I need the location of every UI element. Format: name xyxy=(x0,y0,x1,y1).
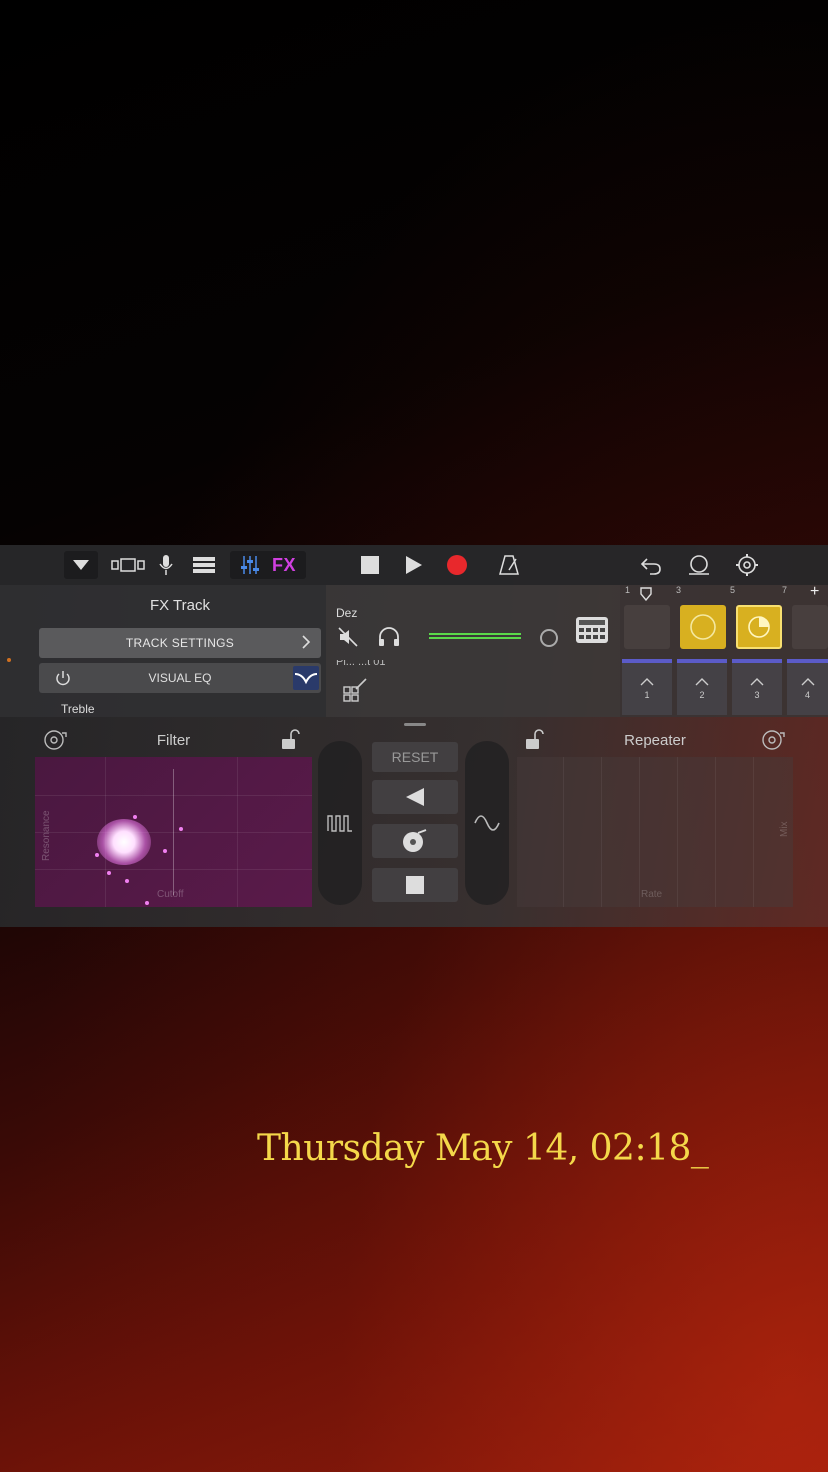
trigger-label: 3 xyxy=(754,690,760,700)
status-dot xyxy=(7,658,11,662)
pan-knob[interactable] xyxy=(540,629,558,647)
unlock-icon[interactable] xyxy=(280,729,300,756)
playhead-icon[interactable] xyxy=(640,587,652,603)
filter-xy-pad[interactable]: Resonance Cutoff xyxy=(35,757,312,907)
power-icon[interactable] xyxy=(55,670,71,689)
gate-button[interactable] xyxy=(318,741,362,905)
ruler: 1 3 5 7 + xyxy=(620,583,828,603)
column-trigger[interactable]: 1 xyxy=(622,659,672,715)
grid-cell-playing[interactable] xyxy=(736,605,782,649)
eq-curve-icon[interactable] xyxy=(293,666,319,690)
filter-x-axis: Cutoff xyxy=(157,889,184,900)
visual-eq-label: VISUAL EQ xyxy=(148,671,212,685)
list-view-icon[interactable] xyxy=(190,551,218,579)
drum-machine-icon xyxy=(576,617,608,643)
xy-cursor[interactable] xyxy=(97,819,151,865)
stop-square-icon xyxy=(406,876,424,894)
stop-icon[interactable] xyxy=(358,551,382,579)
column-trigger[interactable]: 2 xyxy=(677,659,727,715)
play-icon[interactable] xyxy=(402,551,426,579)
sine-wave-icon xyxy=(474,815,500,831)
date-time-overlay: Thursday May 14, 02:18_ xyxy=(257,1128,709,1169)
headphones-icon[interactable] xyxy=(378,627,400,652)
track-header: Dez Pi... ...t 01 xyxy=(326,585,620,717)
repeater-title[interactable]: Repeater xyxy=(517,725,793,755)
metronome-icon[interactable] xyxy=(496,551,522,579)
grid-cell-active[interactable] xyxy=(680,605,726,649)
repeater-recording-icon[interactable] xyxy=(758,729,786,756)
ruler-mark: 7 xyxy=(782,585,788,595)
drag-handle[interactable] xyxy=(404,723,426,726)
track-subtitle: Pi... ...t 01 xyxy=(336,660,386,666)
garageband-app: FX FX Track TRACK SETTINGS VISUAL EQ Tre… xyxy=(0,545,828,927)
reverse-button[interactable] xyxy=(372,780,458,814)
square-wave-icon xyxy=(327,815,352,832)
add-button[interactable]: + xyxy=(810,583,819,601)
repeater-x-axis: Rate xyxy=(641,889,663,900)
tape-stop-button[interactable] xyxy=(372,868,458,902)
trigger-label: 1 xyxy=(644,690,650,700)
track-settings-button[interactable]: TRACK SETTINGS xyxy=(39,628,321,658)
repeater-xy-pad[interactable]: Rate Mix xyxy=(517,757,793,907)
track-name: Dez xyxy=(336,606,358,620)
scratch-button[interactable] xyxy=(372,824,458,858)
filter-y-axis: Resonance xyxy=(41,810,52,861)
live-loops-grid: 1 3 5 7 + 1 2 3 4 xyxy=(620,583,828,717)
column-trigger[interactable]: 3 xyxy=(732,659,782,715)
track-settings-label: TRACK SETTINGS xyxy=(125,636,235,650)
level-meter xyxy=(429,633,521,639)
trigger-label: 4 xyxy=(804,690,810,700)
panel-title: FX Track xyxy=(149,597,210,614)
column-trigger[interactable]: 4 xyxy=(787,659,828,715)
reverse-icon xyxy=(406,788,424,806)
tracks-view-icon[interactable] xyxy=(110,551,146,579)
record-icon[interactable] xyxy=(444,551,470,579)
trigger-label: 2 xyxy=(699,690,705,700)
fx-panel: Filter Resonance Cutoff RESET Repeater R… xyxy=(0,717,828,927)
loop-icon[interactable] xyxy=(686,551,712,579)
crosshair xyxy=(173,769,174,895)
ruler-mark: 1 xyxy=(625,585,631,595)
settings-icon[interactable] xyxy=(734,551,760,579)
pattern-edit-icon[interactable] xyxy=(342,677,368,708)
dropdown-triangle-icon[interactable] xyxy=(64,551,98,579)
treble-label: Treble xyxy=(61,702,95,716)
grid-cell[interactable] xyxy=(624,605,670,649)
fx-button[interactable]: FX xyxy=(272,555,296,576)
mixer-fx-group: FX xyxy=(230,551,306,579)
mute-icon[interactable] xyxy=(338,627,358,652)
microphone-icon[interactable] xyxy=(156,551,176,579)
reset-button[interactable]: RESET xyxy=(372,742,458,772)
undo-icon[interactable] xyxy=(638,551,664,579)
toolbar: FX xyxy=(0,545,828,585)
mixer-icon[interactable] xyxy=(240,555,260,575)
grid-cell[interactable] xyxy=(792,605,828,649)
chevron-right-icon xyxy=(301,634,311,653)
fx-track-panel: FX Track TRACK SETTINGS VISUAL EQ Treble xyxy=(0,585,326,717)
visual-eq-row[interactable]: VISUAL EQ xyxy=(39,663,321,693)
turntable-icon xyxy=(403,829,427,852)
repeater-y-axis: Mix xyxy=(779,821,790,837)
filter-title[interactable]: Filter xyxy=(35,725,312,755)
downsampler-button[interactable] xyxy=(465,741,509,905)
ruler-mark: 3 xyxy=(676,585,682,595)
ruler-mark: 5 xyxy=(730,585,736,595)
